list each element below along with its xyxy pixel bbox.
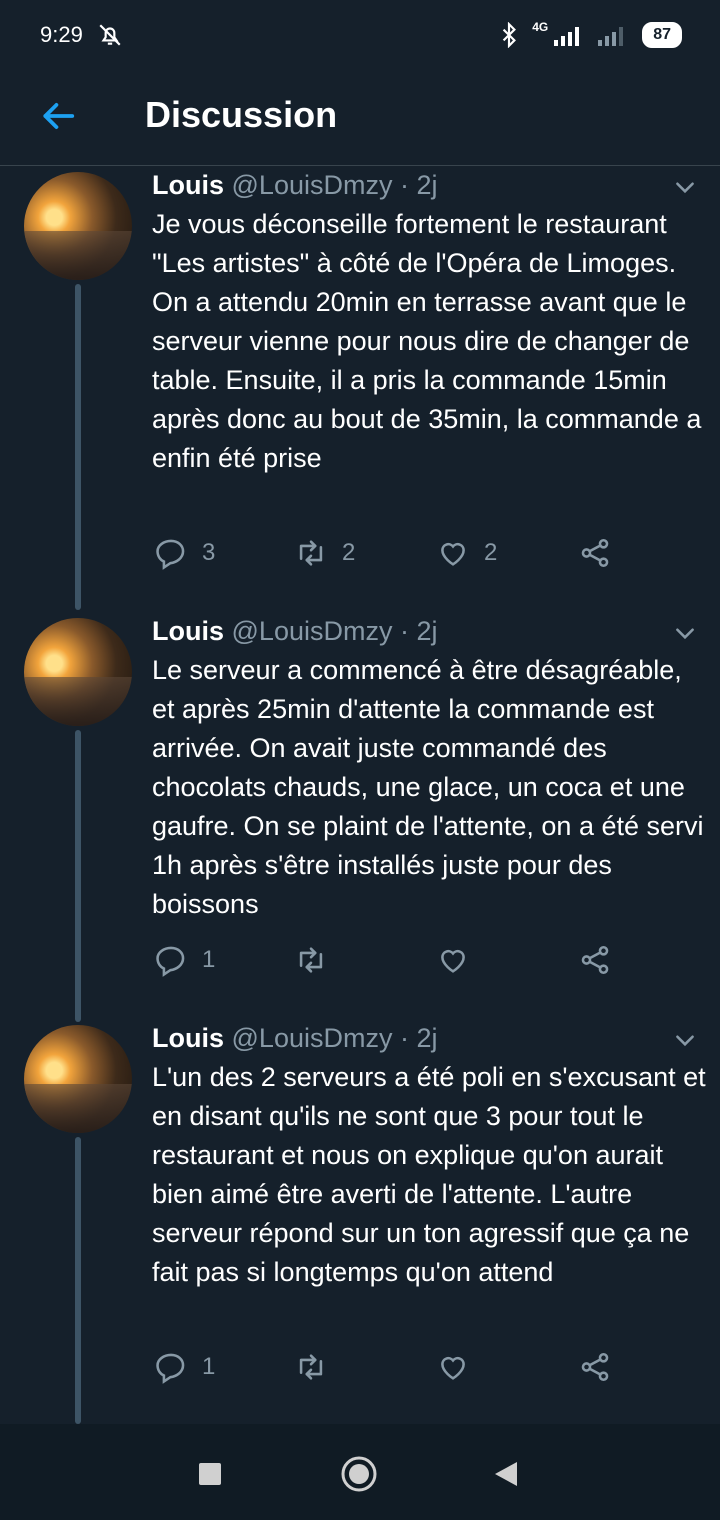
square-icon (199, 1463, 221, 1485)
reply-button[interactable]: 3 (154, 533, 215, 573)
signal-strength-icon (554, 27, 580, 46)
avatar[interactable] (24, 172, 132, 280)
tweet-header: Louis @LouisDmzy · 2j (152, 170, 438, 201)
like-button[interactable] (436, 940, 484, 980)
system-navigation-bar (0, 1424, 720, 1520)
tweet-time: 2j (416, 616, 438, 646)
share-button[interactable] (578, 533, 612, 573)
reply-button[interactable]: 1 (154, 1347, 215, 1387)
app-bar: Discussion (0, 70, 720, 166)
recents-button[interactable] (190, 1454, 230, 1494)
tweet-actions: 1 (154, 1347, 624, 1387)
author-name[interactable]: Louis (152, 170, 224, 200)
home-button[interactable] (339, 1454, 379, 1494)
tweet-actions: 1 (154, 940, 624, 980)
back-nav-button[interactable] (486, 1454, 526, 1494)
author-name[interactable]: Louis (152, 1023, 224, 1053)
chevron-down-icon[interactable] (672, 174, 698, 200)
retweet-icon (299, 1354, 323, 1380)
like-button[interactable] (436, 1347, 484, 1387)
share-icon (581, 945, 609, 975)
tweet[interactable]: Louis @LouisDmzy · 2j Le serveur a comme… (0, 612, 720, 1022)
tweet-time: 2j (416, 170, 438, 200)
retweet-button[interactable]: 2 (294, 533, 355, 573)
retweet-icon (299, 540, 323, 566)
page-title: Discussion (145, 94, 338, 135)
reply-count: 1 (202, 1353, 216, 1380)
header-separator: · (399, 170, 409, 200)
heart-icon (441, 949, 465, 973)
tweet[interactable]: Louis @LouisDmzy · 2j L'un des 2 serveur… (0, 1019, 720, 1424)
retweet-button[interactable] (294, 1347, 342, 1387)
header-separator: · (399, 616, 409, 646)
retweet-icon (299, 947, 323, 973)
retweet-count: 2 (342, 539, 356, 566)
back-button[interactable] (36, 94, 80, 138)
tweet-header: Louis @LouisDmzy · 2j (152, 616, 438, 647)
reply-icon (156, 539, 185, 570)
chevron-down-icon[interactable] (672, 1027, 698, 1053)
author-name[interactable]: Louis (152, 616, 224, 646)
network-type: 4G (532, 20, 549, 34)
header-separator: · (399, 1023, 409, 1053)
share-button[interactable] (578, 940, 612, 980)
tweet[interactable]: Louis @LouisDmzy · 2j Je vous déconseill… (0, 166, 720, 616)
avatar[interactable] (24, 1025, 132, 1133)
status-time: 9:29 (40, 22, 83, 47)
circle-home-icon (341, 1456, 377, 1492)
signal-weak-icon (598, 27, 624, 46)
share-button[interactable] (578, 1347, 612, 1387)
status-bar: 9:29 4G 87 (0, 0, 720, 70)
tweet-time: 2j (416, 1023, 438, 1053)
arrow-left-icon (43, 103, 75, 129)
thread-connector-line (75, 1137, 81, 1424)
avatar[interactable] (24, 618, 132, 726)
bluetooth-icon (503, 22, 517, 48)
retweet-button[interactable] (294, 940, 342, 980)
reply-count: 1 (202, 946, 216, 973)
reply-icon (156, 946, 185, 977)
thread-connector-line (75, 284, 81, 610)
share-icon (581, 538, 609, 568)
share-icon (581, 1352, 609, 1382)
author-handle[interactable]: @LouisDmzy (232, 1023, 393, 1053)
tweet-text: Le serveur a commencé à être désagréable… (152, 655, 704, 919)
heart-icon (441, 542, 465, 566)
like-button[interactable]: 2 (436, 533, 497, 573)
thread-connector-line (75, 730, 81, 1022)
heart-icon (441, 1356, 465, 1380)
like-count: 2 (484, 539, 498, 566)
tweet-actions: 3 2 2 (154, 533, 624, 573)
chevron-down-icon[interactable] (672, 620, 698, 646)
tweet-text: L'un des 2 serveurs a été poli en s'excu… (152, 1062, 706, 1287)
reply-button[interactable]: 1 (154, 940, 215, 980)
author-handle[interactable]: @LouisDmzy (232, 170, 393, 200)
reply-icon (156, 1353, 185, 1384)
battery-indicator: 87 (642, 22, 682, 48)
triangle-back-icon (495, 1462, 517, 1486)
reply-count: 3 (202, 539, 216, 566)
tweet-header: Louis @LouisDmzy · 2j (152, 1023, 438, 1054)
author-handle[interactable]: @LouisDmzy (232, 616, 393, 646)
alarm-off-icon (99, 24, 121, 46)
tweet-text: Je vous déconseille fortement le restaur… (152, 209, 702, 473)
